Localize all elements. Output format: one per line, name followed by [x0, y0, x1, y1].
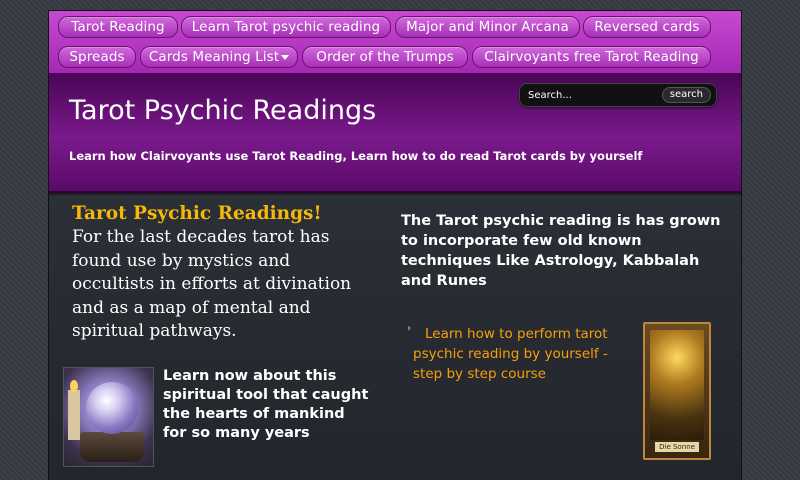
nav-item-reversed-cards[interactable]: Reversed cards	[583, 16, 711, 38]
nav-item-label: Learn Tarot psychic reading	[191, 19, 381, 35]
main-content: Tarot Psychic Readings! For the last dec…	[49, 195, 741, 480]
crystal-ball-shape	[86, 382, 138, 434]
candle-shape	[68, 390, 80, 440]
site-tagline: Learn how Clairvoyants use Tarot Reading…	[69, 149, 643, 163]
nav-item-cards-meaning-list[interactable]: Cards Meaning List	[140, 46, 298, 68]
flame-shape	[70, 380, 78, 392]
search-input[interactable]	[528, 87, 658, 104]
search-button[interactable]: search	[661, 87, 711, 103]
nav-item-spreads[interactable]: Spreads	[58, 46, 136, 68]
site-header: Tarot Psychic Readings Learn how Clairvo…	[49, 73, 741, 193]
page-wrapper: Tarot Reading Learn Tarot psychic readin…	[48, 10, 742, 480]
tarot-card-art	[650, 330, 704, 440]
site-title[interactable]: Tarot Psychic Readings	[69, 95, 376, 126]
nav-item-label: Tarot Reading	[71, 19, 165, 35]
techniques-paragraph: The Tarot psychic reading is has grown t…	[401, 213, 721, 289]
nav-item-major-minor-arcana[interactable]: Major and Minor Arcana	[395, 16, 580, 38]
nav-item-tarot-reading[interactable]: Tarot Reading	[58, 16, 178, 38]
search-box: search	[519, 83, 717, 107]
crystal-ball-caption: Learn now about this spiritual tool that…	[163, 368, 369, 441]
crystal-ball-image[interactable]	[63, 367, 154, 467]
nav-item-label: Clairvoyants free Tarot Reading	[484, 49, 699, 65]
content-heading: Tarot Psychic Readings!	[72, 203, 322, 224]
nav-item-label: Reversed cards	[594, 19, 700, 35]
nav-item-order-of-the-trumps[interactable]: Order of the Trumps	[302, 46, 468, 68]
bullet-arrow-icon: ›	[407, 323, 411, 334]
nav-item-learn-tarot-psychic-reading[interactable]: Learn Tarot psychic reading	[181, 16, 391, 38]
chevron-down-icon	[281, 54, 290, 60]
nav-item-clairvoyants-free-reading[interactable]: Clairvoyants free Tarot Reading	[472, 46, 711, 68]
nav-item-label: Major and Minor Arcana	[406, 19, 569, 35]
intro-paragraph: For the last decades tarot has found use…	[72, 227, 352, 341]
main-navigation: Tarot Reading Learn Tarot psychic readin…	[49, 11, 741, 73]
tarot-card-label: Die Sonne	[655, 442, 699, 452]
nav-item-label: Cards Meaning List	[148, 49, 280, 65]
stand-shape	[80, 432, 144, 462]
nav-item-label: Spreads	[69, 49, 125, 65]
course-link[interactable]: Learn how to perform tarot psychic readi…	[413, 324, 631, 384]
nav-item-label: Order of the Trumps	[316, 49, 454, 65]
tarot-card-image[interactable]: Die Sonne	[643, 322, 711, 460]
